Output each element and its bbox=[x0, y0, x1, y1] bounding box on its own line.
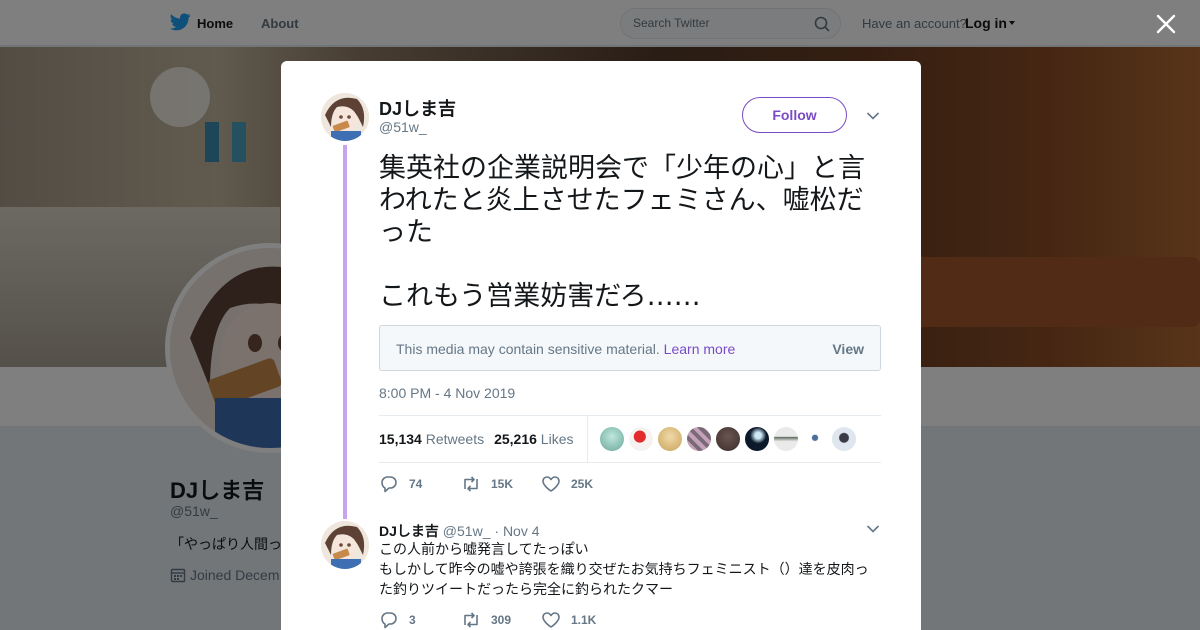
like-count: 25K bbox=[571, 477, 594, 491]
liker-avatar[interactable] bbox=[744, 426, 770, 452]
follow-button[interactable]: Follow bbox=[742, 97, 847, 133]
reply-author-name[interactable]: DJしま吉 bbox=[379, 523, 439, 539]
liker-avatar[interactable] bbox=[657, 426, 683, 452]
thread-line bbox=[343, 145, 347, 519]
heart-icon bbox=[542, 476, 560, 492]
likes-label[interactable]: Likes bbox=[541, 431, 574, 447]
chevron-down-icon[interactable] bbox=[866, 111, 880, 121]
liker-avatar[interactable] bbox=[599, 426, 625, 452]
close-icon[interactable] bbox=[1155, 13, 1177, 35]
liker-avatar[interactable] bbox=[628, 426, 654, 452]
heart-icon bbox=[542, 612, 560, 628]
retweet-count: 309 bbox=[491, 613, 512, 627]
reply-separator: · bbox=[494, 523, 500, 539]
sensitive-media-notice: This media may contain sensitive materia… bbox=[379, 325, 881, 371]
liker-avatar[interactable] bbox=[802, 426, 828, 452]
divider bbox=[379, 415, 881, 416]
author-handle[interactable]: @51w_ bbox=[379, 119, 427, 135]
tweet-stats: 15,134 Retweets 25,216 Likes bbox=[379, 431, 573, 447]
liker-avatar[interactable] bbox=[686, 426, 712, 452]
reply-author-avatar[interactable] bbox=[321, 521, 369, 569]
reply-header: DJしま吉 @51w_ · Nov 4 bbox=[379, 521, 540, 541]
liker-avatar[interactable] bbox=[773, 426, 799, 452]
reply-date[interactable]: Nov 4 bbox=[503, 523, 540, 539]
retweet-icon bbox=[464, 612, 478, 628]
liker-avatar[interactable] bbox=[715, 426, 741, 452]
author-avatar[interactable] bbox=[321, 93, 369, 141]
tweet-modal: DJしま吉 @51w_ Follow 集英社の企業説明会で「少年の心」と言われた… bbox=[281, 61, 921, 630]
reply-icon bbox=[381, 476, 397, 493]
author-name[interactable]: DJしま吉 bbox=[379, 95, 456, 121]
sensitive-text: This media may contain sensitive materia… bbox=[396, 341, 735, 357]
like-count: 1.1K bbox=[571, 613, 597, 627]
likes-count[interactable]: 25,216 bbox=[494, 431, 537, 447]
divider bbox=[379, 462, 881, 463]
reply-author-handle[interactable]: @51w_ bbox=[443, 523, 491, 539]
divider bbox=[587, 416, 588, 462]
avatar-illustration bbox=[321, 521, 369, 569]
view-media-button[interactable]: View bbox=[832, 341, 864, 357]
reply-icon bbox=[381, 612, 397, 629]
chevron-down-icon[interactable] bbox=[866, 524, 880, 534]
tweet-text: 集英社の企業説明会で「少年の心」と言われたと炎上させたフェミさん、嘘松だった こ… bbox=[379, 153, 865, 312]
retweets-label[interactable]: Retweets bbox=[426, 431, 484, 447]
retweet-count: 15K bbox=[491, 477, 514, 491]
reply-text: この人前から嘘発言してたっぽい もしかして昨今の嘘や誇張を織り交ぜたお気持ちフェ… bbox=[379, 542, 869, 598]
learn-more-link[interactable]: Learn more bbox=[664, 341, 736, 357]
reply-count: 3 bbox=[409, 613, 416, 627]
sensitive-message: This media may contain sensitive materia… bbox=[396, 341, 660, 357]
avatar-illustration bbox=[321, 93, 369, 141]
retweets-count[interactable]: 15,134 bbox=[379, 431, 422, 447]
tweet-timestamp[interactable]: 8:00 PM - 4 Nov 2019 bbox=[379, 385, 515, 401]
retweet-icon bbox=[464, 476, 478, 492]
liker-avatar[interactable] bbox=[831, 426, 857, 452]
reply-count: 74 bbox=[409, 477, 423, 491]
